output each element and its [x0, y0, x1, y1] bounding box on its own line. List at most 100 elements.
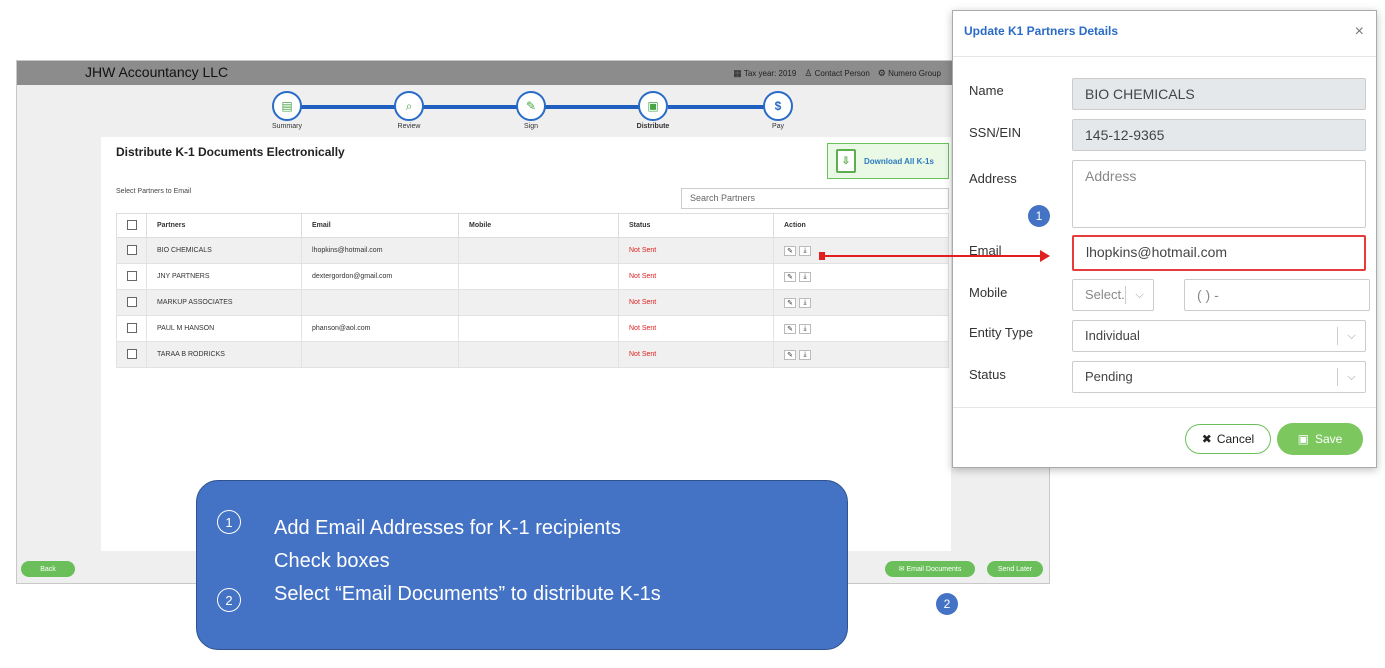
- save-label: Save: [1314, 432, 1343, 446]
- step-badge-1: 1: [1028, 205, 1050, 227]
- select-partners-label: Select Partners to Email: [116, 188, 192, 195]
- page: JHW Accountancy LLC ▦ Tax year: 2019 ♙ C…: [0, 0, 1385, 668]
- table-row: PAUL M HANSON phanson@aol.com Not Sent ✎…: [116, 315, 949, 342]
- partner-status: Not Sent: [618, 315, 774, 342]
- callout-line-3: Select “Email Documents” to distribute K…: [274, 583, 661, 605]
- email-field[interactable]: lhopkins@hotmail.com: [1072, 235, 1366, 271]
- partner-status: Not Sent: [618, 289, 774, 316]
- country-code-select[interactable]: Select. ⌵: [1072, 279, 1154, 311]
- top-meta: ▦ Tax year: 2019 ♙ Contact Person ⚙ Nume…: [733, 68, 941, 79]
- mobile-label: Mobile: [969, 285, 1008, 300]
- row-checkbox[interactable]: [127, 244, 137, 255]
- chevron-down-icon: ⌵: [1337, 327, 1365, 345]
- download-all-button[interactable]: ⇩ Download All K-1s: [827, 143, 949, 179]
- status-label: Status: [969, 367, 1006, 382]
- select-all-checkbox[interactable]: [127, 219, 137, 230]
- partner-mobile: [458, 341, 619, 368]
- step-label: Distribute: [636, 123, 670, 130]
- download-all-label: Download All K-1s: [864, 156, 934, 166]
- document-icon: ▤: [272, 91, 302, 121]
- mobile-field[interactable]: ( ) -: [1184, 279, 1370, 311]
- status-select[interactable]: Pending ⌵: [1072, 361, 1366, 393]
- col-email[interactable]: Email: [301, 213, 459, 238]
- row-actions: ✎ ⤓: [773, 341, 949, 368]
- download-icon[interactable]: ⤓: [799, 349, 811, 360]
- close-icon[interactable]: ×: [1355, 23, 1364, 41]
- step-summary[interactable]: ▤ Summary: [272, 91, 302, 130]
- name-field: BIO CHEMICALS: [1072, 78, 1366, 110]
- row-checkbox[interactable]: [127, 296, 137, 307]
- download-icon[interactable]: ⤓: [799, 271, 811, 282]
- send-later-button[interactable]: Send Later: [987, 561, 1043, 577]
- row-select-cell: [116, 289, 147, 316]
- callout-line-1: Add Email Addresses for K-1 recipients: [274, 517, 621, 539]
- brand-name: JHW Accountancy LLC: [85, 64, 229, 80]
- step-connector: [300, 105, 405, 109]
- partner-mobile: [458, 315, 619, 342]
- email-documents-button[interactable]: ✉ Email Documents: [885, 561, 975, 577]
- edit-icon[interactable]: ✎: [784, 245, 796, 256]
- table-header: Partners Email Mobile Status Action: [116, 213, 949, 238]
- edit-icon[interactable]: ✎: [784, 271, 796, 282]
- back-button[interactable]: Back: [21, 561, 75, 577]
- top-bar: JHW Accountancy LLC ▦ Tax year: 2019 ♙ C…: [17, 61, 1049, 85]
- step-pay[interactable]: $ Pay: [763, 91, 793, 130]
- download-icon[interactable]: ⤓: [799, 323, 811, 334]
- table-row: JNY PARTNERS dextergordon@gmail.com Not …: [116, 263, 949, 290]
- envelope-icon: ✉: [898, 566, 905, 573]
- group[interactable]: ⚙ Numero Group: [878, 68, 941, 79]
- arrow-head: [1040, 250, 1050, 262]
- edit-icon[interactable]: ✎: [784, 323, 796, 334]
- tax-year[interactable]: ▦ Tax year: 2019: [733, 68, 796, 79]
- row-select-cell: [116, 315, 147, 342]
- step-label: Summary: [272, 123, 302, 130]
- partner-status: Not Sent: [618, 237, 774, 264]
- step-label: Sign: [523, 123, 538, 130]
- search-input[interactable]: Search Partners: [681, 188, 949, 209]
- row-checkbox[interactable]: [127, 322, 137, 333]
- row-actions: ✎ ⤓: [773, 315, 949, 342]
- name-label: Name: [969, 83, 1004, 98]
- partner-email: lhopkins@hotmail.com: [301, 237, 459, 264]
- partner-email: dextergordon@gmail.com: [301, 263, 459, 290]
- chevron-down-icon: ⌵: [1125, 286, 1153, 304]
- country-code-value: Select.: [1085, 287, 1125, 302]
- cancel-label: Cancel: [1216, 432, 1255, 446]
- row-checkbox[interactable]: [127, 270, 137, 281]
- table-row: MARKUP ASSOCIATES Not Sent ✎ ⤓: [116, 289, 949, 316]
- cancel-button[interactable]: ✖ Cancel: [1185, 424, 1271, 454]
- col-status[interactable]: Status: [618, 213, 774, 238]
- page-title: Distribute K-1 Documents Electronically: [116, 145, 345, 159]
- edit-icon[interactable]: ✎: [784, 297, 796, 308]
- partners-table: Partners Email Mobile Status Action BIO …: [116, 213, 949, 368]
- entity-type-select[interactable]: Individual ⌵: [1072, 320, 1366, 352]
- download-icon[interactable]: ⤓: [799, 297, 811, 308]
- email-documents-label: Email Documents: [906, 565, 962, 573]
- address-field[interactable]: Address: [1072, 160, 1366, 228]
- step-label: Pay: [771, 123, 785, 130]
- edit-icon[interactable]: ✎: [784, 349, 796, 360]
- update-partner-modal: Update K1 Partners Details × Name BIO CH…: [952, 10, 1377, 468]
- magnifier-document-icon: ⌕: [394, 91, 424, 121]
- step-label: Review: [397, 123, 421, 130]
- pen-icon: ✎: [516, 91, 546, 121]
- save-button[interactable]: ▣ Save: [1277, 423, 1363, 455]
- modal-header: Update K1 Partners Details ×: [953, 11, 1376, 57]
- calendar-icon: ▦: [733, 68, 742, 78]
- col-mobile[interactable]: Mobile: [458, 213, 619, 238]
- modal-footer: ✖ Cancel ▣ Save: [953, 407, 1376, 469]
- col-partners[interactable]: Partners: [146, 213, 302, 238]
- row-actions: ✎ ⤓: [773, 237, 949, 264]
- step-review[interactable]: ⌕ Review: [394, 91, 424, 130]
- step-distribute[interactable]: ▣ Distribute: [637, 91, 669, 130]
- partner-email: phanson@aol.com: [301, 315, 459, 342]
- step-sign[interactable]: ✎ Sign: [516, 91, 546, 130]
- col-action: Action: [773, 213, 949, 238]
- select-all-cell: [116, 213, 147, 238]
- partner-mobile: [458, 263, 619, 290]
- contact-person[interactable]: ♙ Contact Person: [804, 68, 869, 79]
- instruction-callout: 1 Add Email Addresses for K-1 recipients…: [196, 480, 848, 650]
- ssn-label: SSN/EIN: [969, 125, 1022, 140]
- row-checkbox[interactable]: [127, 348, 137, 359]
- download-icon[interactable]: ⤓: [799, 245, 811, 256]
